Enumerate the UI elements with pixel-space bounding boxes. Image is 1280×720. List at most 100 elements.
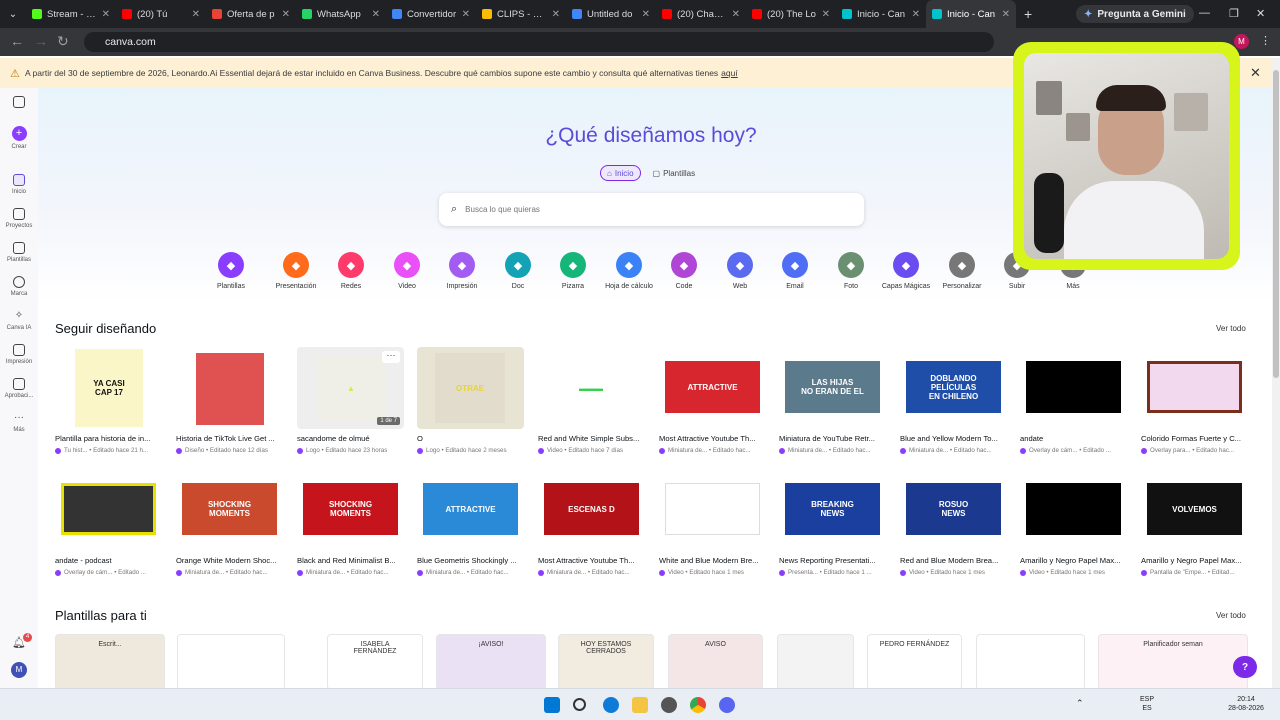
design-thumbnail[interactable]: ATTRACTIVE bbox=[659, 347, 766, 429]
minimize-icon[interactable]: — bbox=[1199, 7, 1210, 19]
discord-icon[interactable] bbox=[719, 697, 735, 713]
sidebar-item-plantillas[interactable]: Plantillas bbox=[0, 242, 38, 263]
template-card[interactable]: ISABELA FERNÁNDEZ bbox=[327, 634, 423, 690]
design-thumbnail[interactable]: ESCENAS D bbox=[538, 469, 645, 551]
sidebar-item-marca[interactable]: Marca bbox=[0, 276, 38, 297]
scrollbar-thumb[interactable] bbox=[1273, 70, 1279, 378]
search-bar[interactable]: ⌕ bbox=[439, 193, 864, 226]
design-thumbnail[interactable] bbox=[55, 469, 162, 551]
design-card[interactable]: SHOCKING MOMENTS Orange White Modern Shoc… bbox=[176, 469, 286, 576]
see-all-link[interactable]: Ver todo bbox=[1216, 324, 1246, 333]
tab-1[interactable]: (20) Tú ✕ bbox=[116, 0, 206, 28]
tab-close-icon[interactable]: ✕ bbox=[822, 9, 830, 20]
design-card[interactable]: andate - podcast Overlay de cám... • Edit… bbox=[55, 469, 165, 576]
design-thumbnail[interactable]: ATTRACTIVE bbox=[417, 469, 524, 551]
design-card[interactable]: ESCENAS D Most Attractive Youtube Th... Mi… bbox=[538, 469, 648, 576]
template-card[interactable]: ¡AVISO! bbox=[436, 634, 546, 690]
sidebar-item-crear[interactable]: + Crear bbox=[0, 126, 38, 150]
category-6[interactable]: ◆ Pizarra bbox=[543, 252, 603, 290]
category-13[interactable]: ◆ Personalizar bbox=[932, 252, 992, 290]
template-card[interactable] bbox=[777, 634, 854, 690]
tray-chevron-icon[interactable]: ⌃ bbox=[1076, 699, 1084, 708]
tab-close-icon[interactable]: ✕ bbox=[102, 9, 110, 20]
design-card[interactable]: YA CASI CAP 17 Plantilla para historia de… bbox=[55, 347, 165, 454]
search-input[interactable] bbox=[465, 205, 836, 214]
template-card[interactable]: Planificador seman bbox=[1098, 634, 1248, 690]
design-thumbnail[interactable] bbox=[1020, 469, 1127, 551]
banner-link[interactable]: aquí bbox=[721, 68, 738, 78]
edge-icon[interactable] bbox=[603, 697, 619, 713]
more-options-icon[interactable]: ··· bbox=[382, 351, 400, 363]
design-thumbnail[interactable]: SHOCKING MOMENTS bbox=[297, 469, 404, 551]
tab-5[interactable]: CLIPS - Goo ✕ bbox=[476, 0, 566, 28]
pill-plantillas[interactable]: ▢ Plantillas bbox=[647, 165, 702, 181]
clock[interactable]: 20:14 28-08-2026 bbox=[1222, 695, 1270, 713]
design-thumbnail[interactable]: ▬▬▬ bbox=[538, 347, 645, 429]
design-card[interactable]: VOLVEMOS Amarillo y Negro Papel Max... Pan… bbox=[1141, 469, 1251, 576]
sidebar-toggle[interactable] bbox=[0, 96, 38, 111]
category-5[interactable]: ◆ Doc bbox=[488, 252, 548, 290]
design-thumbnail[interactable]: OTRAE bbox=[417, 347, 524, 429]
design-thumbnail[interactable]: VOLVEMOS bbox=[1141, 469, 1248, 551]
tab-close-icon[interactable]: ✕ bbox=[462, 9, 470, 20]
template-card[interactable] bbox=[177, 634, 285, 690]
design-card[interactable]: ▬▬▬ Red and White Simple Subs... Video • E… bbox=[538, 347, 648, 454]
pill-inicio[interactable]: ⌂ Inicio bbox=[600, 165, 641, 181]
design-card[interactable]: Amarillo y Negro Papel Max... Video • Edi… bbox=[1020, 469, 1130, 576]
tab-close-icon[interactable]: ✕ bbox=[552, 9, 560, 20]
design-thumbnail[interactable] bbox=[1020, 347, 1127, 429]
profile-avatar[interactable]: M bbox=[1234, 34, 1249, 49]
category-1[interactable]: ◆ Presentación bbox=[266, 252, 326, 290]
search-taskbar-icon[interactable] bbox=[573, 698, 586, 711]
category-4[interactable]: ◆ Impresión bbox=[432, 252, 492, 290]
sidebar-item-mas[interactable]: ··· Más bbox=[0, 412, 38, 433]
tab-8[interactable]: (20) The Lo ✕ bbox=[746, 0, 836, 28]
design-thumbnail[interactable]: ROSUO NEWS bbox=[900, 469, 1007, 551]
template-card[interactable]: Escrit... bbox=[55, 634, 165, 690]
gemini-button[interactable]: ✦ Pregunta a Gemini bbox=[1076, 5, 1194, 23]
template-card[interactable]: PEDRO FERNÁNDEZ bbox=[867, 634, 962, 690]
sidebar-item-impresion[interactable]: Impresión bbox=[0, 344, 38, 365]
category-12[interactable]: ◆ Capas Mágicas bbox=[876, 252, 936, 290]
settings-icon[interactable] bbox=[661, 697, 677, 713]
tab-close-icon[interactable]: ✕ bbox=[732, 9, 740, 20]
category-11[interactable]: ◆ Foto bbox=[821, 252, 881, 290]
design-card[interactable]: ROSUO NEWS Red and Blue Modern Brea... Vid… bbox=[900, 469, 1010, 576]
scrollbar[interactable] bbox=[1272, 58, 1280, 688]
template-card[interactable]: HOY ESTAMOS CERRADOS bbox=[558, 634, 654, 690]
tab-search-icon[interactable]: ⌄ bbox=[0, 0, 26, 28]
new-tab-button[interactable]: + bbox=[1024, 6, 1032, 22]
back-icon[interactable]: ← bbox=[10, 33, 24, 49]
tab-close-icon[interactable]: ✕ bbox=[1002, 9, 1010, 20]
category-2[interactable]: ◆ Redes bbox=[321, 252, 381, 290]
help-button[interactable]: ? bbox=[1233, 656, 1257, 678]
tab-6[interactable]: Untitled do ✕ bbox=[566, 0, 656, 28]
tab-3[interactable]: WhatsApp ✕ bbox=[296, 0, 386, 28]
design-thumbnail[interactable] bbox=[1141, 347, 1248, 429]
design-card[interactable]: SHOCKING MOMENTS Black and Red Minimalist… bbox=[297, 469, 407, 576]
account-avatar[interactable]: M bbox=[0, 662, 38, 678]
category-0[interactable]: ◆ Plantillas bbox=[201, 252, 261, 290]
language-indicator[interactable]: ESP ES bbox=[1140, 695, 1154, 713]
design-thumbnail[interactable]: SHOCKING MOMENTS bbox=[176, 469, 283, 551]
forward-icon[interactable]: → bbox=[34, 33, 48, 49]
tab-0[interactable]: Stream - Kick ✕ bbox=[26, 0, 116, 28]
design-card[interactable]: Historia de TikTok Live Get ... Diseño • … bbox=[176, 347, 286, 454]
design-card[interactable]: andate Overlay de cám... • Editado ... bbox=[1020, 347, 1130, 454]
file-explorer-icon[interactable] bbox=[632, 697, 648, 713]
tab-close-icon[interactable]: ✕ bbox=[282, 9, 290, 20]
category-10[interactable]: ◆ Email bbox=[765, 252, 825, 290]
category-9[interactable]: ◆ Web bbox=[710, 252, 770, 290]
sidebar-item-aprobaciones[interactable]: Aprobaci... bbox=[0, 378, 38, 399]
tab-close-icon[interactable]: ✕ bbox=[642, 9, 650, 20]
design-thumbnail[interactable]: YA CASI CAP 17 bbox=[55, 347, 162, 429]
design-thumbnail[interactable]: BREAKING NEWS bbox=[779, 469, 886, 551]
sidebar-item-proyectos[interactable]: Proyectos bbox=[0, 208, 38, 229]
start-icon[interactable] bbox=[544, 697, 560, 713]
design-thumbnail[interactable]: DOBLANDO PELÍCULAS EN CHILENO bbox=[900, 347, 1007, 429]
design-thumbnail[interactable]: ▲ ··· 1 de 7 bbox=[297, 347, 404, 429]
category-8[interactable]: ◆ Code bbox=[654, 252, 714, 290]
category-3[interactable]: ◆ Video bbox=[377, 252, 437, 290]
sidebar-item-inicio[interactable]: Inicio bbox=[0, 174, 38, 195]
design-card[interactable]: ▲ ··· 1 de 7 sacandome de olmué Logo • Edita… bbox=[297, 347, 407, 454]
